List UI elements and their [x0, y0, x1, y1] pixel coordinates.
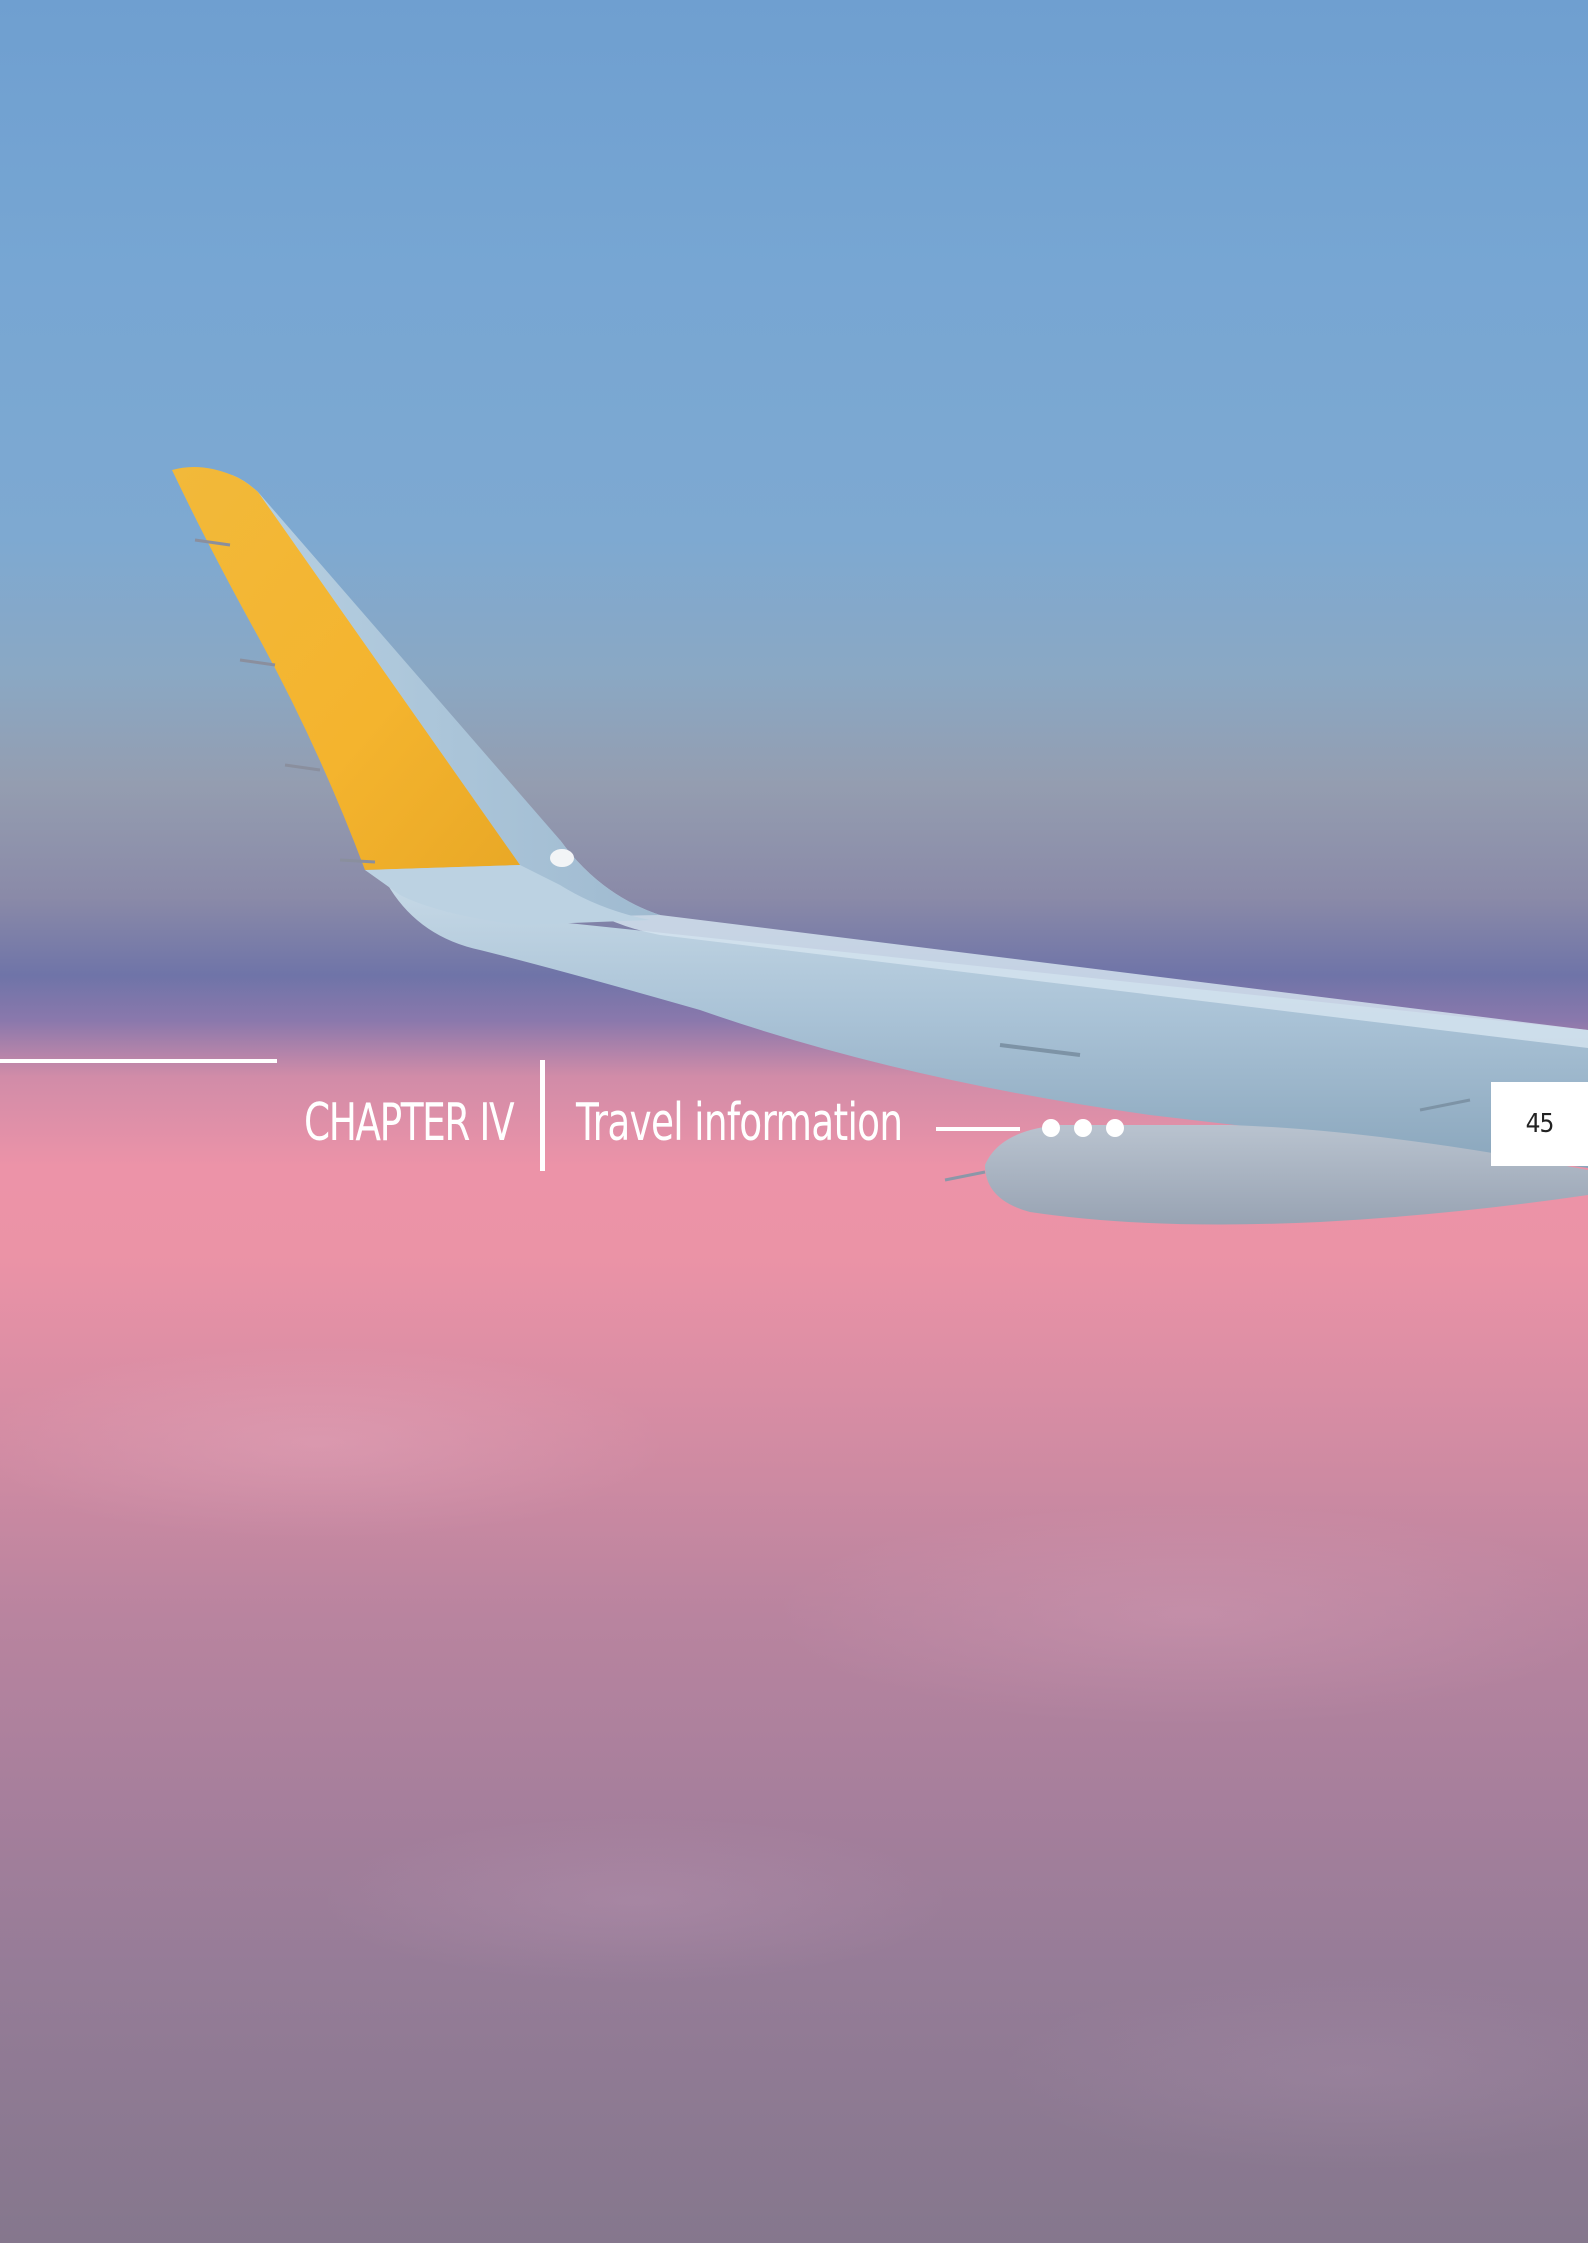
decorative-dot [1074, 1119, 1092, 1137]
chapter-label: CHAPTER IV [304, 1093, 515, 1153]
chapter-title: Travel information [576, 1093, 903, 1153]
decorative-dot [1106, 1119, 1124, 1137]
decorative-dot [1042, 1119, 1060, 1137]
right-rule [936, 1127, 1020, 1131]
left-rule [0, 1059, 277, 1063]
page-number: 45 [1525, 1109, 1555, 1139]
winglet-yellow [172, 466, 520, 870]
chapter-opener-page: CHAPTER IV Travel information 45 [0, 0, 1588, 2243]
page-number-box: 45 [1491, 1082, 1588, 1166]
nav-light [550, 849, 574, 867]
title-divider [540, 1060, 545, 1171]
